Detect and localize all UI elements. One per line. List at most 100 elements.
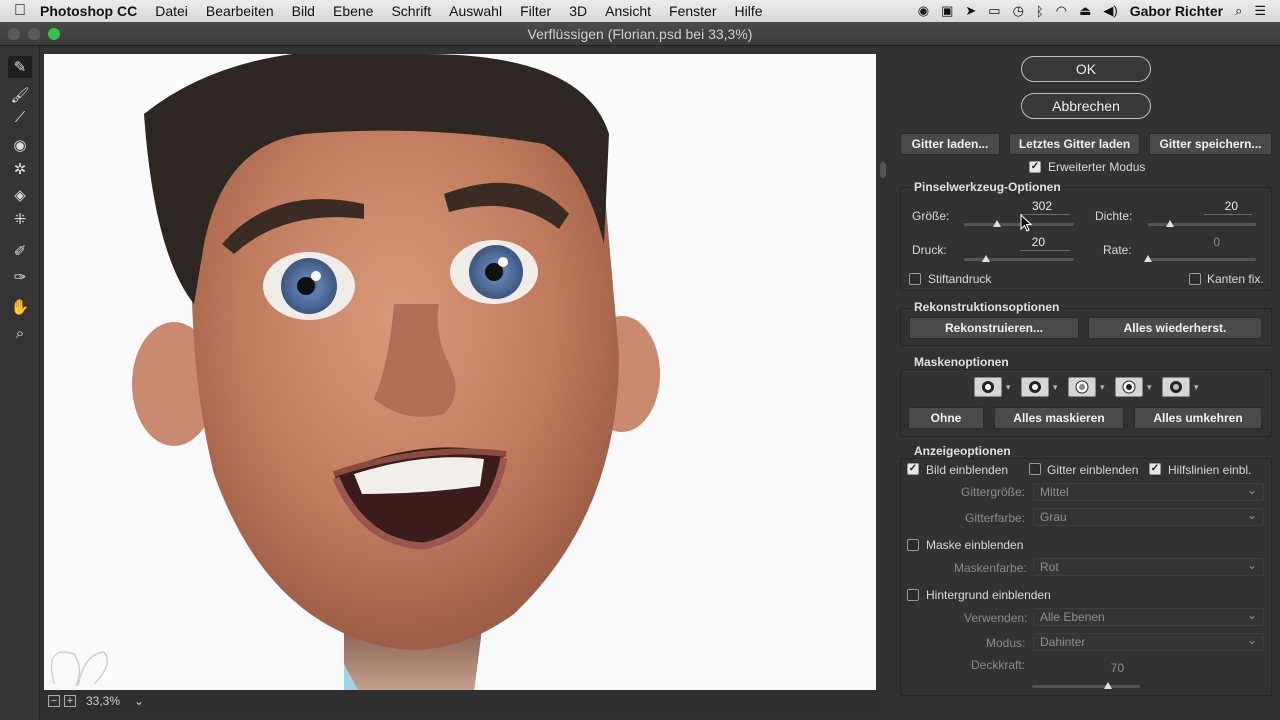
menu-3d[interactable]: 3D bbox=[569, 3, 587, 19]
zoom-window-icon[interactable] bbox=[48, 28, 60, 40]
show-mask-checkbox[interactable] bbox=[907, 539, 919, 551]
bluetooth-icon[interactable]: ᛒ bbox=[1036, 4, 1044, 19]
twirl-tool-icon[interactable]: ◉ bbox=[8, 134, 32, 156]
menu-bearbeiten[interactable]: Bearbeiten bbox=[206, 3, 274, 19]
menu-app-name[interactable]: Photoshop CC bbox=[40, 3, 137, 19]
mask-color-select[interactable]: Rot bbox=[1033, 557, 1264, 576]
show-image-checkbox[interactable]: ✓ bbox=[907, 463, 919, 475]
brush-density-slider[interactable] bbox=[1148, 223, 1256, 226]
opacity-slider[interactable] bbox=[1032, 685, 1140, 688]
pucker-tool-icon[interactable]: ✲ bbox=[8, 158, 32, 180]
eject-icon[interactable]: ⏏ bbox=[1079, 3, 1091, 19]
push-left-tool-icon[interactable]: ⁜ bbox=[8, 208, 32, 230]
image-canvas[interactable] bbox=[44, 54, 876, 692]
restore-all-button[interactable]: Alles wiederherst. bbox=[1088, 317, 1262, 339]
ok-button[interactable]: OK bbox=[1021, 56, 1151, 82]
close-window-icon[interactable] bbox=[8, 28, 20, 40]
show-guides-checkbox[interactable]: ✓ bbox=[1149, 463, 1161, 475]
brush-size-value[interactable]: 302 bbox=[1012, 199, 1052, 213]
user-name[interactable]: Gabor Richter bbox=[1130, 3, 1223, 19]
menu-ansicht[interactable]: Ansicht bbox=[605, 3, 651, 19]
opacity-slider-knob[interactable] bbox=[1103, 682, 1112, 689]
minimize-window-icon[interactable] bbox=[28, 28, 40, 40]
show-mesh-checkbox[interactable] bbox=[1029, 463, 1041, 475]
mode-select[interactable]: Dahinter bbox=[1033, 632, 1264, 651]
load-last-mesh-button[interactable]: Letztes Gitter laden bbox=[1009, 133, 1140, 155]
brush-pressure-slider-knob[interactable] bbox=[982, 255, 990, 262]
mesh-color-label: Gitterfarbe: bbox=[965, 511, 1026, 525]
zoom-out-icon[interactable]: − bbox=[48, 695, 60, 707]
mesh-size-label: Gittergröße: bbox=[961, 485, 1026, 499]
scrollbar-thumb[interactable] bbox=[880, 162, 886, 178]
brush-size-slider[interactable] bbox=[964, 223, 1074, 226]
opacity-value[interactable]: 70 bbox=[1084, 661, 1124, 675]
menu-datei[interactable]: Datei bbox=[155, 3, 188, 19]
smooth-tool-icon[interactable]: ⟋ bbox=[8, 106, 32, 128]
zoom-in-icon[interactable]: + bbox=[64, 695, 76, 707]
mask-color-label: Maskenfarbe: bbox=[954, 561, 1027, 575]
mask-replace-dropdown-icon[interactable]: ▾ bbox=[1006, 382, 1011, 393]
brush-pressure-slider[interactable] bbox=[964, 258, 1074, 261]
invert-all-button[interactable]: Alles umkehren bbox=[1134, 407, 1262, 429]
zoom-level[interactable]: 33,3% bbox=[86, 694, 120, 708]
mask-all-button[interactable]: Alles maskieren bbox=[994, 407, 1124, 429]
brush-rate-value[interactable]: 0 bbox=[1180, 235, 1220, 249]
freeze-mask-tool-icon[interactable]: ✐ bbox=[8, 240, 32, 262]
zoom-menu-chevron-icon[interactable]: ⌄ bbox=[134, 694, 144, 708]
mask-replace-icon[interactable] bbox=[974, 377, 1002, 397]
menu-schrift[interactable]: Schrift bbox=[391, 3, 431, 19]
mask-add-icon[interactable] bbox=[1021, 377, 1049, 397]
menu-ebene[interactable]: Ebene bbox=[333, 3, 373, 19]
canvas-vertical-scrollbar[interactable] bbox=[879, 54, 887, 690]
wifi-icon[interactable]: ◠ bbox=[1056, 3, 1067, 19]
volume-icon[interactable]: ◀) bbox=[1103, 3, 1117, 19]
bloat-tool-icon[interactable]: ◈ bbox=[8, 184, 32, 206]
save-mesh-button[interactable]: Gitter speichern... bbox=[1149, 133, 1272, 155]
cancel-button[interactable]: Abbrechen bbox=[1021, 93, 1151, 119]
hand-tool-icon[interactable]: ✋ bbox=[8, 296, 32, 318]
brush-density-value[interactable]: 20 bbox=[1198, 199, 1238, 213]
show-backdrop-checkbox[interactable] bbox=[907, 589, 919, 601]
spotlight-icon[interactable]: ⌕ bbox=[1235, 3, 1242, 19]
zoom-tool-icon[interactable]: ⌕ bbox=[8, 322, 32, 344]
time-machine-icon[interactable]: ◷ bbox=[1013, 3, 1024, 19]
mesh-size-select[interactable]: Mittel bbox=[1033, 482, 1264, 501]
mask-invert-dropdown-icon[interactable]: ▾ bbox=[1194, 382, 1199, 393]
record-icon[interactable]: ◉ bbox=[918, 3, 929, 19]
notification-center-icon[interactable]: ☰ bbox=[1254, 3, 1266, 19]
brush-rate-slider[interactable] bbox=[1148, 258, 1256, 261]
mask-none-button[interactable]: Ohne bbox=[908, 407, 984, 429]
menu-fenster[interactable]: Fenster bbox=[669, 3, 716, 19]
caricature-image bbox=[50, 54, 660, 692]
mask-intersect-icon[interactable] bbox=[1115, 377, 1143, 397]
mask-add-dropdown-icon[interactable]: ▾ bbox=[1053, 382, 1058, 393]
menu-bild[interactable]: Bild bbox=[292, 3, 315, 19]
mesh-color-select[interactable]: Grau bbox=[1033, 507, 1264, 526]
arrow-icon[interactable]: ➤ bbox=[965, 3, 976, 19]
load-mesh-button[interactable]: Gitter laden... bbox=[900, 133, 1000, 155]
use-select[interactable]: Alle Ebenen bbox=[1033, 607, 1264, 626]
reconstruct-tool-icon[interactable]: 🖌 bbox=[8, 84, 32, 106]
apple-icon[interactable]:  bbox=[0, 2, 40, 20]
mask-options-title: Maskenoptionen bbox=[912, 355, 1011, 369]
mask-intersect-dropdown-icon[interactable]: ▾ bbox=[1147, 382, 1152, 393]
battery-icon[interactable]: ▭ bbox=[988, 3, 1000, 19]
forward-warp-tool-icon[interactable]: ✎ bbox=[8, 56, 32, 78]
menu-auswahl[interactable]: Auswahl bbox=[449, 3, 502, 19]
menu-filter[interactable]: Filter bbox=[520, 3, 551, 19]
stylus-pressure-checkbox[interactable] bbox=[909, 273, 921, 285]
menu-hilfe[interactable]: Hilfe bbox=[735, 3, 763, 19]
brush-pressure-value[interactable]: 20 bbox=[1005, 235, 1045, 249]
mask-subtract-dropdown-icon[interactable]: ▾ bbox=[1100, 382, 1105, 393]
brush-rate-slider-knob[interactable] bbox=[1144, 255, 1152, 262]
advanced-mode-checkbox[interactable]: ✓ bbox=[1029, 161, 1041, 173]
pin-edges-checkbox[interactable] bbox=[1189, 273, 1201, 285]
reconstruct-button[interactable]: Rekonstruieren... bbox=[909, 317, 1079, 339]
photoshop-liquify-window:  Photoshop CC Datei Bearbeiten Bild Ebe… bbox=[0, 0, 1280, 720]
brush-size-slider-knob[interactable] bbox=[993, 220, 1001, 227]
brush-density-slider-knob[interactable] bbox=[1165, 220, 1174, 227]
mask-subtract-icon[interactable] bbox=[1068, 377, 1096, 397]
mask-invert-icon[interactable] bbox=[1162, 377, 1190, 397]
thaw-mask-tool-icon[interactable]: ✑ bbox=[8, 266, 32, 288]
screen-icon[interactable]: ▣ bbox=[941, 3, 953, 19]
